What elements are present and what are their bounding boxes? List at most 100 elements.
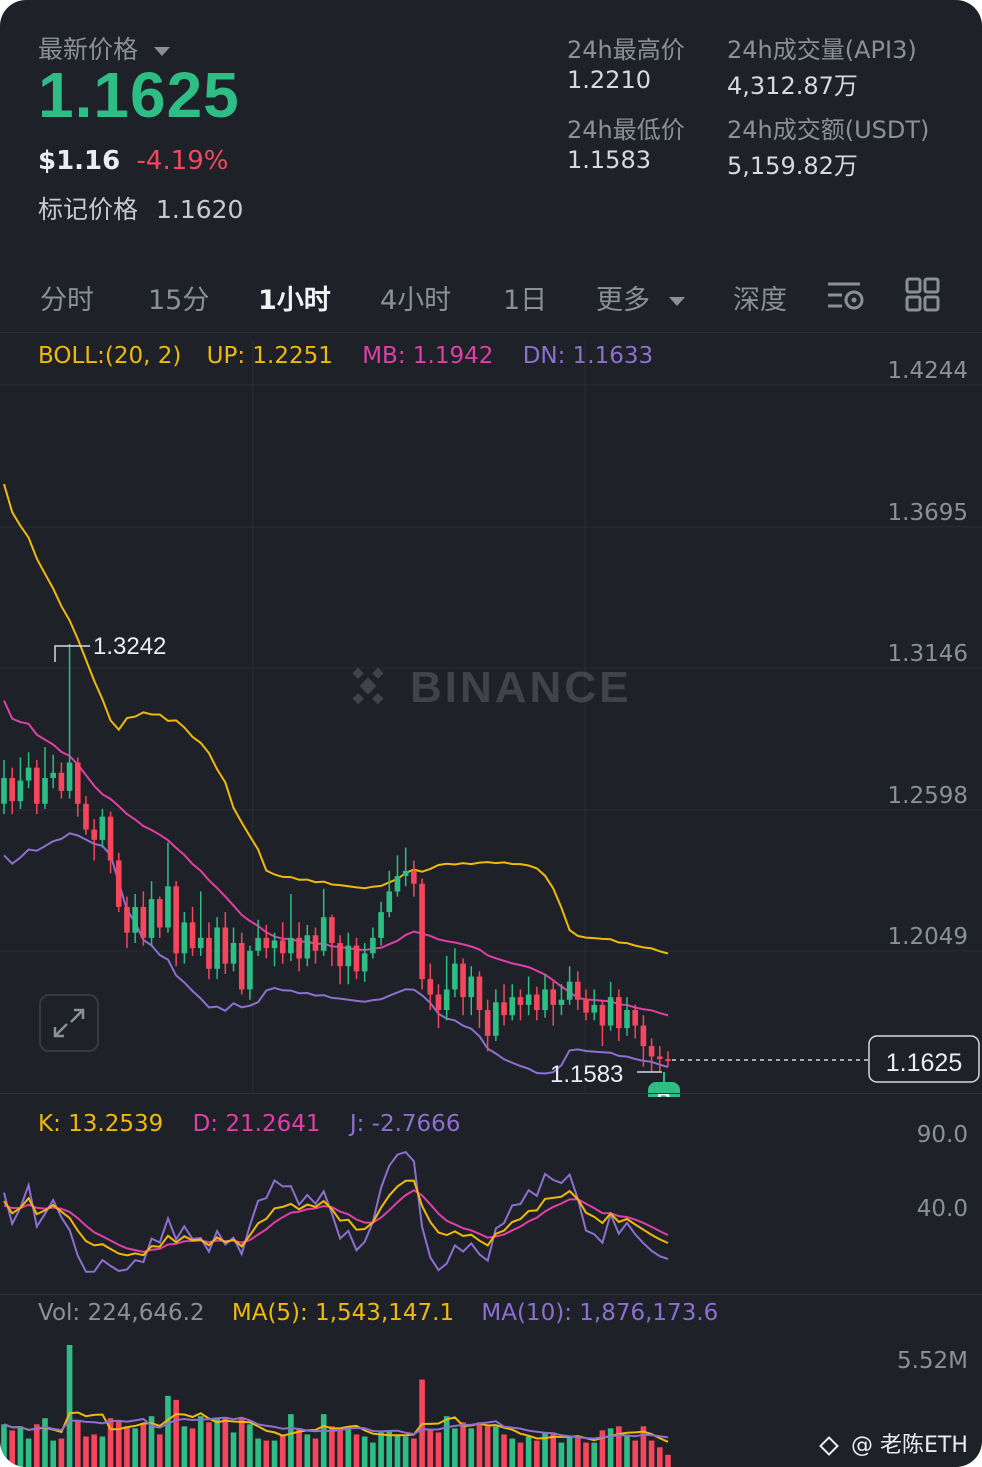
tab-time-share[interactable]: 分时 xyxy=(40,278,94,317)
candle xyxy=(304,924,311,967)
price-axis-label: 1.3695 xyxy=(887,500,968,526)
tab-1h[interactable]: 1小时 xyxy=(258,278,331,317)
turnover-value: 5,159.82万 xyxy=(727,152,858,180)
volume-bar xyxy=(517,1442,524,1467)
volume-bar xyxy=(83,1436,89,1467)
volume-bar xyxy=(115,1420,122,1467)
candle xyxy=(353,937,360,980)
volume-bar xyxy=(452,1428,458,1467)
volume-bar xyxy=(353,1434,360,1467)
fullscreen-button[interactable] xyxy=(39,994,99,1052)
candle xyxy=(148,881,155,946)
candle xyxy=(288,894,294,962)
change-percent: -4.19% xyxy=(136,146,229,176)
volume-bar xyxy=(607,1428,614,1467)
volume-bar xyxy=(394,1434,401,1467)
volume-bar xyxy=(173,1399,179,1467)
tab-depth[interactable]: 深度 xyxy=(733,278,787,317)
candle xyxy=(345,932,352,985)
candle xyxy=(484,999,491,1052)
tab-4h[interactable]: 4小时 xyxy=(380,278,451,317)
candle xyxy=(165,842,171,933)
volume-bar xyxy=(304,1434,311,1467)
volume-bar xyxy=(509,1438,516,1467)
volume-bar xyxy=(329,1426,335,1467)
volume-bar xyxy=(558,1442,565,1467)
volume-bar xyxy=(91,1434,97,1467)
candle xyxy=(525,976,532,1016)
candle xyxy=(542,973,548,1018)
kdj-divider xyxy=(0,1093,982,1094)
candle xyxy=(509,984,516,1021)
volume-bar xyxy=(58,1438,65,1467)
candle xyxy=(624,997,630,1036)
grid-layout-icon[interactable] xyxy=(905,277,941,317)
candle xyxy=(50,754,56,789)
volume-bar xyxy=(33,1424,40,1467)
indicator-settings-icon[interactable] xyxy=(826,278,866,318)
volume-bar xyxy=(222,1418,229,1467)
volume-bar xyxy=(255,1438,261,1467)
vol-ma10-label: MA(10): xyxy=(481,1300,572,1326)
candle xyxy=(17,757,24,809)
candle xyxy=(247,945,253,1000)
candle xyxy=(33,759,40,815)
volume-bar xyxy=(99,1436,106,1467)
kdj-chart xyxy=(3,1150,669,1273)
volume-bar xyxy=(124,1426,130,1467)
tab-1d[interactable]: 1日 xyxy=(503,278,547,317)
binance-watermark: BINANCE xyxy=(352,663,628,712)
candle xyxy=(66,643,73,799)
boll-lower-line xyxy=(3,832,669,1075)
volume-bar xyxy=(468,1428,475,1467)
volume-bar xyxy=(238,1418,245,1467)
volume-legend[interactable]: Vol: 224,646.2 MA(5): 1,543,147.1 MA(10)… xyxy=(38,1300,718,1326)
volume-bar xyxy=(345,1426,352,1467)
current-price-tag[interactable]: 1.1625 xyxy=(868,1035,980,1083)
candle xyxy=(173,881,179,967)
volume-bar xyxy=(74,1420,81,1467)
volume-label: 24h成交量(API3) xyxy=(727,36,917,64)
volume-bar xyxy=(50,1440,56,1467)
candle xyxy=(427,963,434,1011)
candlestick-chart[interactable]: BINANCE 1.3242 1.1583 1.1625 B xyxy=(0,332,982,1097)
candle xyxy=(648,1038,655,1072)
volume-bar xyxy=(599,1430,606,1467)
volume-bar xyxy=(427,1430,434,1467)
volume-bar xyxy=(534,1440,540,1467)
volume-divider xyxy=(0,1294,982,1295)
candle xyxy=(640,1015,647,1067)
tab-15m[interactable]: 15分 xyxy=(148,278,209,317)
candle xyxy=(230,927,237,972)
usd-price: $1.16 xyxy=(38,146,121,176)
vol-value: 224,646.2 xyxy=(87,1300,205,1326)
volume-bar xyxy=(370,1442,376,1467)
candle xyxy=(370,927,376,959)
candle xyxy=(238,932,245,995)
mark-price-value: 1.1620 xyxy=(155,195,244,224)
volume-bar xyxy=(632,1440,639,1467)
high-price-marker: 1.3242 xyxy=(54,633,166,662)
volume-value: 4,312.87万 xyxy=(727,72,858,100)
kdj-k-line xyxy=(3,1179,669,1257)
kdj-legend[interactable]: K: 13.2539 D: 21.2641 J: -2.7666 xyxy=(38,1111,460,1137)
volume-bar xyxy=(206,1422,212,1467)
candle xyxy=(534,986,540,1021)
volume-bar xyxy=(140,1424,147,1467)
candle xyxy=(99,808,106,848)
volume-bar xyxy=(411,1438,417,1467)
expand-icon xyxy=(53,1008,85,1038)
volume-bar xyxy=(42,1418,48,1467)
candle xyxy=(394,855,401,897)
candle xyxy=(214,917,220,980)
boll-upper-line xyxy=(3,483,669,955)
candle xyxy=(657,1046,663,1072)
kdj-j-line xyxy=(3,1150,669,1273)
kdj-j-value: -2.7666 xyxy=(371,1111,461,1137)
candle xyxy=(42,747,48,809)
volume-bar xyxy=(320,1414,327,1467)
candle xyxy=(435,984,442,1029)
vol-ma10-value: 1,876,173.6 xyxy=(579,1300,719,1326)
volume-bar xyxy=(156,1434,163,1467)
tab-more[interactable]: 更多 xyxy=(596,278,685,317)
